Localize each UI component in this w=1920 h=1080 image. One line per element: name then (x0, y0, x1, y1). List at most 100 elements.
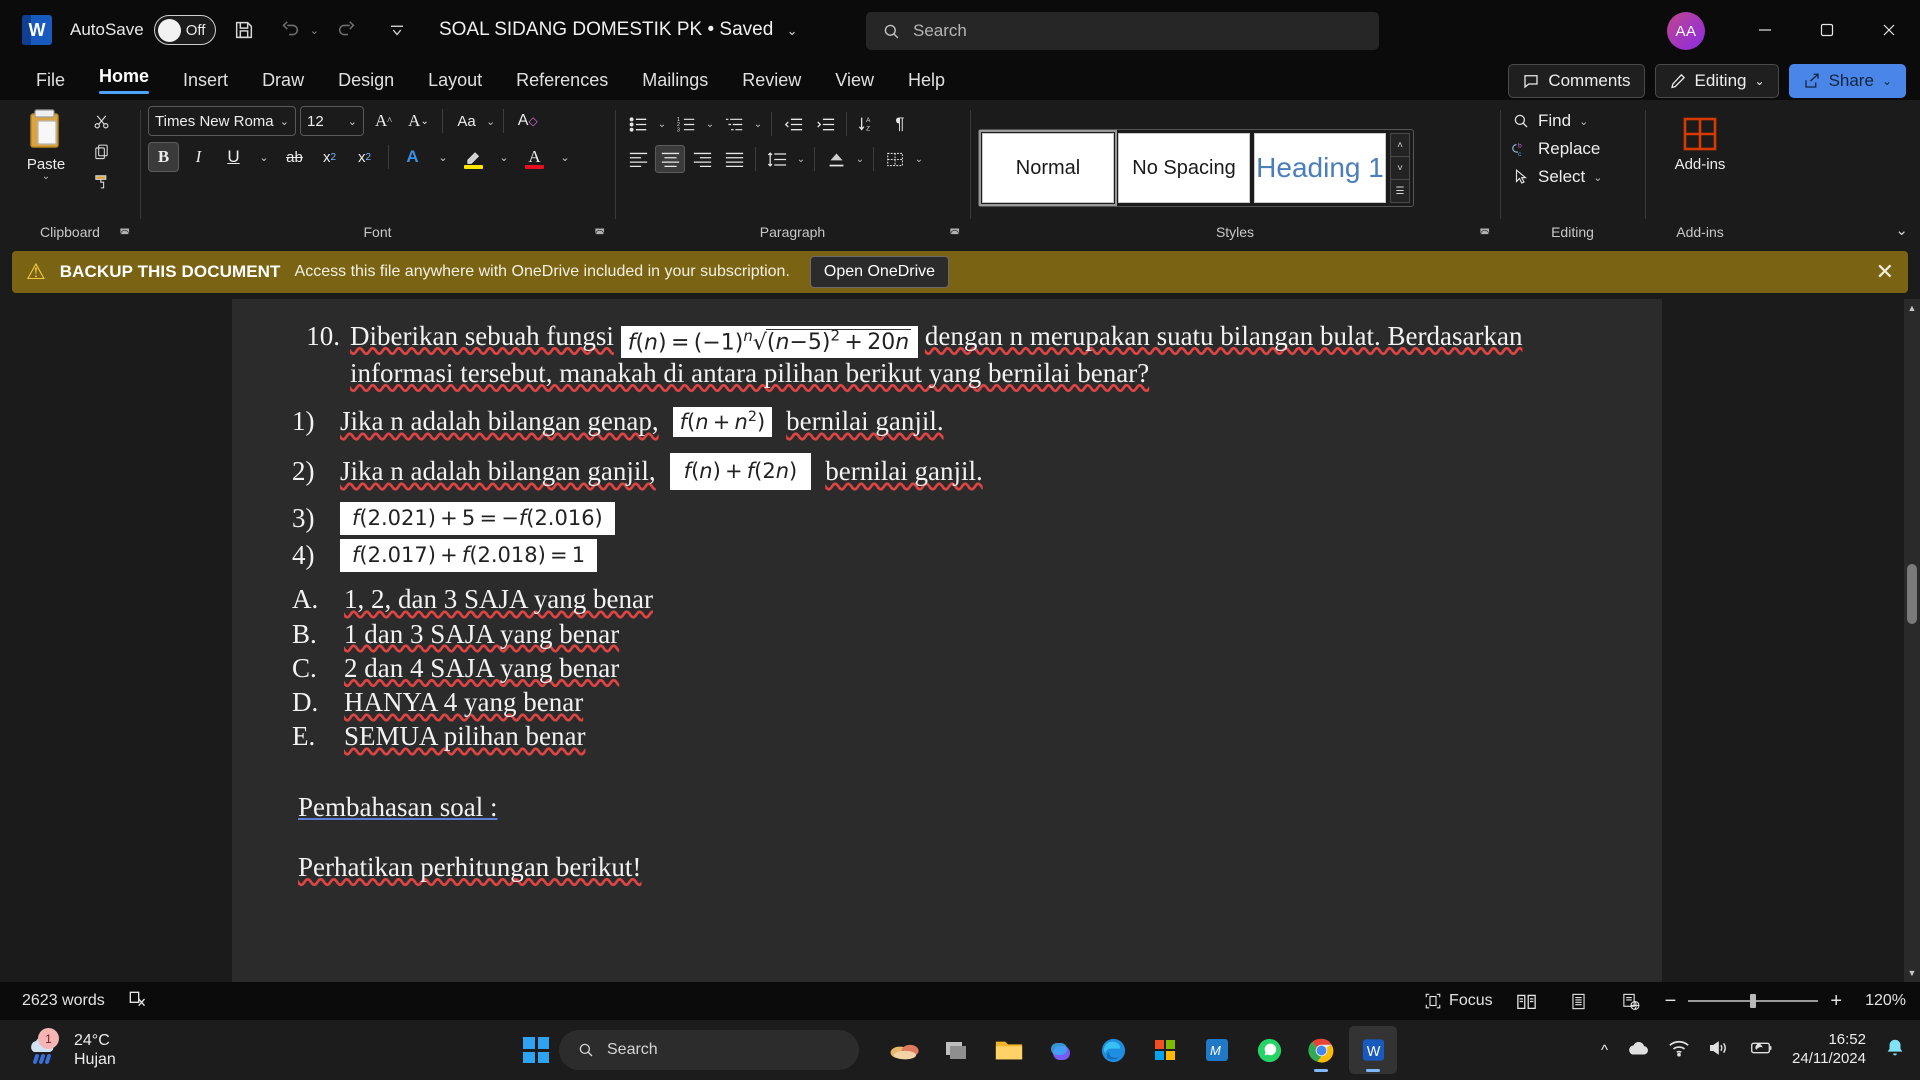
document-page[interactable]: 10. Diberikan sebuah fungsi f(n) = (−1)n… (232, 299, 1662, 982)
close-button[interactable] (1858, 0, 1920, 60)
bell-icon[interactable] (1884, 1037, 1906, 1064)
zoom-out-button[interactable]: − (1665, 990, 1677, 1013)
tab-file[interactable]: File (22, 66, 79, 95)
file-explorer-icon[interactable] (985, 1026, 1033, 1074)
edge-icon[interactable] (1089, 1026, 1137, 1074)
chrome-icon[interactable] (1297, 1026, 1345, 1074)
find-button[interactable]: Find ⌄ (1508, 110, 1606, 132)
tab-view[interactable]: View (821, 66, 888, 95)
answer-option-a[interactable]: A. 1, 2, dan 3 SAJA yang benar (292, 582, 1602, 616)
chevron-up-icon[interactable]: ^ (1601, 1042, 1608, 1059)
tab-draw[interactable]: Draw (248, 66, 318, 95)
zoom-level[interactable]: 120% (1854, 992, 1906, 1010)
superscript-button[interactable]: x2 (349, 142, 380, 172)
vertical-scrollbar[interactable]: ▲ ▼ (1904, 299, 1920, 982)
style-card-no-spacing[interactable]: No Spacing (1118, 133, 1250, 203)
style-card-heading-1[interactable]: Heading 1 (1254, 133, 1386, 203)
tab-help[interactable]: Help (894, 66, 959, 95)
select-chevron-down-icon[interactable]: ⌄ (1593, 171, 1602, 184)
numbering-icon[interactable]: 123 (671, 110, 701, 138)
scrollbar-thumb[interactable] (1907, 564, 1917, 624)
avatar[interactable]: AA (1667, 12, 1705, 50)
font-family-combo[interactable]: Times New Roman (H ⌄ (148, 106, 296, 136)
zoom-slider-thumb[interactable] (1750, 994, 1757, 1008)
increase-indent-icon[interactable] (810, 110, 840, 138)
italic-button[interactable]: I (183, 142, 214, 172)
change-case-icon[interactable]: Aa (451, 106, 482, 136)
bullets-chevron-down-icon[interactable]: ⌄ (655, 110, 669, 138)
paragraph-marks-icon[interactable]: ¶ (885, 110, 915, 138)
find-chevron-down-icon[interactable]: ⌄ (1579, 115, 1588, 128)
underline-chevron-down-icon[interactable]: ⌄ (253, 142, 275, 172)
font-color-icon[interactable]: A (519, 142, 550, 172)
read-mode-icon[interactable] (1509, 988, 1545, 1014)
tab-mailings[interactable]: Mailings (628, 66, 722, 95)
answer-option-b[interactable]: B. 1 dan 3 SAJA yang benar (292, 617, 1602, 651)
change-case-chevron-down-icon[interactable]: ⌄ (486, 115, 495, 128)
font-dialog-launcher[interactable]: ◚ (594, 227, 605, 240)
print-layout-icon[interactable] (1561, 988, 1597, 1014)
tab-layout[interactable]: Layout (414, 66, 496, 95)
maximize-button[interactable] (1796, 0, 1858, 60)
scroll-down-arrow-icon[interactable]: ▼ (1904, 964, 1920, 982)
tab-home[interactable]: Home (85, 62, 163, 98)
copy-button[interactable] (86, 138, 116, 164)
highlight-chevron-down-icon[interactable]: ⌄ (493, 142, 515, 172)
undo-dropdown-icon[interactable]: ⌄ (310, 24, 319, 37)
task-view-icon[interactable] (933, 1026, 981, 1074)
comments-button[interactable]: Comments (1508, 64, 1645, 98)
document-title[interactable]: SOAL SIDANG DOMESTIK PK • Saved ⌄ (439, 19, 798, 41)
whatsapp-icon[interactable] (1245, 1026, 1293, 1074)
clear-formatting-icon[interactable]: A ◇ (512, 106, 543, 136)
paragraph-dialog-launcher[interactable]: ◚ (949, 227, 960, 240)
excel-icon[interactable]: M (1193, 1026, 1241, 1074)
font-color-chevron-down-icon[interactable]: ⌄ (554, 142, 576, 172)
multilevel-list-icon[interactable] (719, 110, 749, 138)
tab-references[interactable]: References (502, 66, 622, 95)
autosave-toggle[interactable]: Off (153, 15, 216, 45)
styles-scroll-down-icon[interactable]: ˅ (1391, 156, 1409, 179)
decrease-indent-icon[interactable] (778, 110, 808, 138)
cut-button[interactable] (86, 108, 116, 134)
wifi-icon[interactable] (1668, 1039, 1690, 1062)
numbering-chevron-down-icon[interactable]: ⌄ (703, 110, 717, 138)
strikethrough-button[interactable]: ab (279, 142, 310, 172)
battery-saver-icon[interactable] (1748, 1040, 1774, 1061)
shrink-font-icon[interactable]: A ⌄ (403, 106, 434, 136)
styles-scroll-up-icon[interactable]: ˄ (1391, 134, 1409, 156)
style-card-normal[interactable]: Normal (979, 130, 1117, 206)
justify-icon[interactable] (719, 145, 749, 173)
undo-icon[interactable] (272, 12, 308, 48)
scroll-up-arrow-icon[interactable]: ▲ (1904, 299, 1920, 317)
shading-chevron-down-icon[interactable]: ⌄ (853, 145, 867, 173)
weather-widget[interactable]: 1 24°C Hujan (24, 1028, 116, 1070)
cloud-icon[interactable] (1626, 1039, 1650, 1062)
open-onedrive-button[interactable]: Open OneDrive (809, 256, 950, 288)
editing-mode-button[interactable]: Editing ⌄ (1654, 64, 1779, 98)
paste-button[interactable]: Paste ⌄ (8, 106, 84, 182)
line-spacing-icon[interactable] (762, 145, 792, 173)
shading-icon[interactable] (821, 145, 851, 173)
redo-icon[interactable] (329, 12, 365, 48)
speaker-icon[interactable] (1708, 1039, 1730, 1062)
sort-icon[interactable]: AZ (853, 110, 883, 138)
tab-design[interactable]: Design (324, 66, 408, 95)
collapse-ribbon-chevron-up-icon[interactable]: ⌄ (1895, 221, 1908, 239)
close-icon[interactable]: ✕ (1876, 261, 1894, 283)
answer-option-e[interactable]: E. SEMUA pilihan benar (292, 719, 1602, 753)
borders-icon[interactable] (880, 145, 910, 173)
windows-logo-start-button[interactable] (523, 1037, 549, 1063)
replace-button[interactable]: b c Replace (1508, 138, 1606, 160)
grow-font-icon[interactable]: A ^ (368, 106, 399, 136)
borders-chevron-down-icon[interactable]: ⌄ (912, 145, 926, 173)
align-right-icon[interactable] (687, 145, 717, 173)
align-center-icon[interactable] (655, 145, 685, 173)
web-layout-icon[interactable] (1613, 988, 1649, 1014)
taskbar-search-input[interactable]: Search (559, 1030, 859, 1070)
word-icon[interactable]: W (1349, 1026, 1397, 1074)
document-title-chevron-icon[interactable]: ⌄ (787, 23, 798, 38)
select-button[interactable]: Select ⌄ (1508, 166, 1606, 188)
tab-review[interactable]: Review (728, 66, 815, 95)
widgets-icon[interactable] (881, 1026, 929, 1074)
copilot-icon[interactable] (1037, 1026, 1085, 1074)
